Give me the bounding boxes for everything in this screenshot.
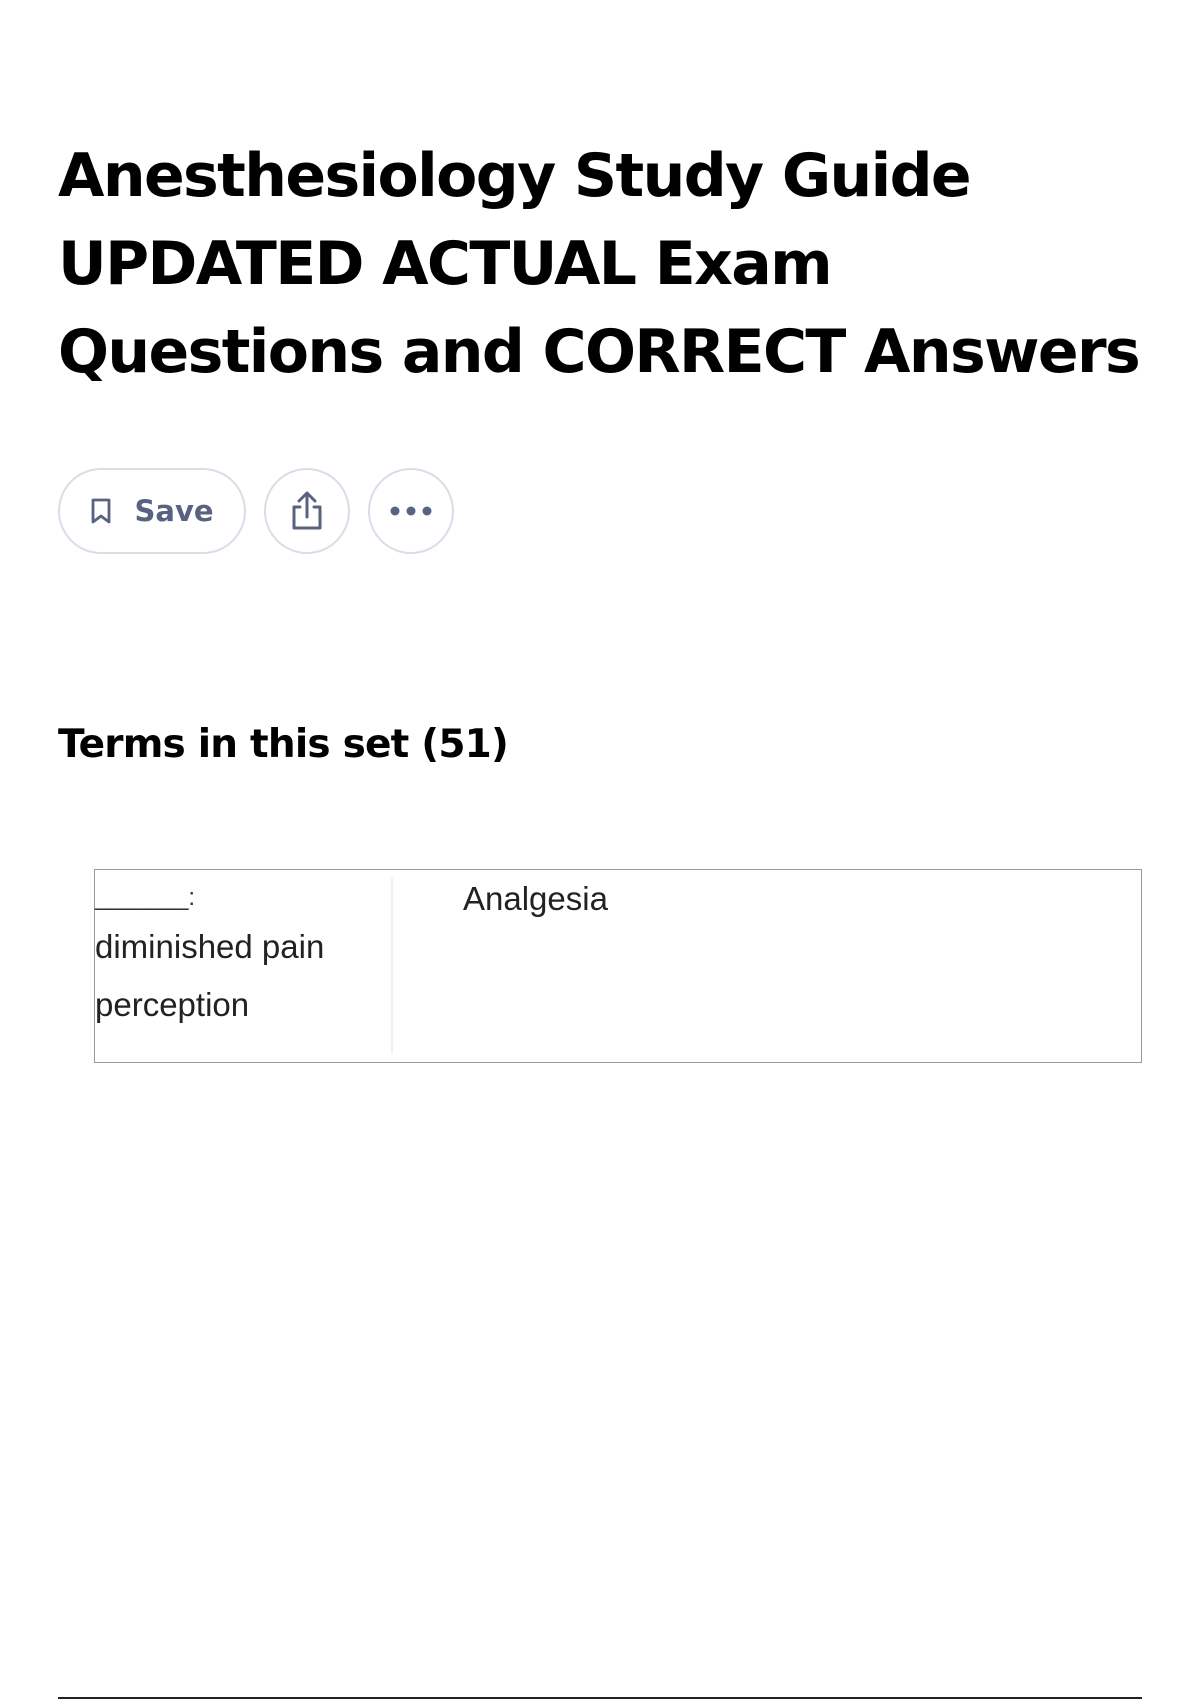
page-title-line-3: Questions and CORRECT Answers <box>58 317 1141 387</box>
action-bar: Save <box>58 468 454 554</box>
term-text: diminished pain perception <box>95 928 324 1023</box>
definition-text: Analgesia <box>463 880 608 917</box>
bottom-divider <box>58 1697 1142 1699</box>
term-card[interactable]: _______: diminished pain perception Analg… <box>94 869 1142 1063</box>
more-horizontal-icon <box>389 505 433 517</box>
save-button[interactable]: Save <box>58 468 246 554</box>
term-blank: _______: <box>95 884 196 911</box>
page-title-line-2: UPDATED ACTUAL Exam <box>58 229 833 299</box>
share-button[interactable] <box>264 468 350 554</box>
page-title: Anesthesiology Study Guide UPDATED ACTUA… <box>58 132 1168 396</box>
term-side: _______: diminished pain perception <box>95 878 375 1034</box>
share-icon <box>289 490 325 532</box>
page-title-line-1: Anesthesiology Study Guide <box>58 141 972 211</box>
card-divider <box>391 878 393 1054</box>
bookmark-icon <box>90 497 112 525</box>
save-button-label: Save <box>134 494 214 528</box>
more-options-button[interactable] <box>368 468 454 554</box>
term-text-line-1: diminished pain <box>95 928 325 965</box>
terms-heading: Terms in this set (51) <box>58 722 509 767</box>
term-text-line-2: perception <box>95 986 250 1023</box>
page: Anesthesiology Study Guide UPDATED ACTUA… <box>0 0 1200 1700</box>
